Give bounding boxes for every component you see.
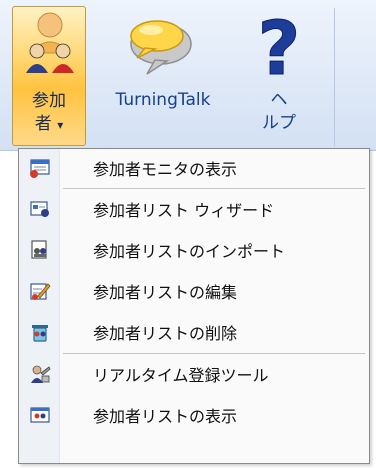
menu-item-label: 参加者リストの編集	[93, 283, 238, 302]
participants-button[interactable]: 参加 者 ▾	[12, 6, 86, 146]
participants-label-line1: 参加	[32, 91, 66, 111]
turningtalk-label: TurningTalk	[115, 90, 211, 110]
ribbon: 参加 者 ▾ TurningTalk ? ヘ ルプ	[0, 0, 376, 151]
svg-text:?: ?	[258, 8, 301, 84]
import-icon	[31, 240, 47, 259]
speech-bubbles-icon	[130, 20, 192, 75]
help-label-line1: ヘ	[270, 90, 288, 110]
realtime-register-icon	[31, 365, 51, 383]
menu-item-edit-participant-list[interactable]: 参加者リストの編集	[20, 272, 368, 310]
menu-item-participant-list-wizard[interactable]: 参加者リスト ウィザード	[20, 190, 368, 228]
help-button[interactable]: ? ヘ ルプ	[234, 6, 324, 146]
wizard-icon	[30, 201, 49, 217]
help-label-line2: ルプ	[262, 113, 296, 133]
menu-item-delete-participant-list[interactable]: 参加者リストの削除	[20, 313, 368, 351]
participants-icon	[26, 12, 74, 73]
edit-icon	[30, 283, 51, 300]
menu-item-label: 参加者リストの削除	[93, 324, 238, 343]
menu-item-view-participant-list[interactable]: 参加者リストの表示	[20, 396, 368, 434]
ribbon-separator	[334, 8, 335, 146]
menu-item-label: リアルタイム登録ツール	[93, 366, 269, 385]
menu-separator	[63, 188, 365, 189]
menu-item-import-participant-list[interactable]: 参加者リストのインポート	[20, 231, 368, 269]
delete-icon	[32, 325, 48, 342]
participants-dropdown-menu: 参加者モニタの表示 参加者リスト ウィザード 参加者リストのインポート 参加者リ…	[18, 148, 370, 464]
menu-item-show-participant-monitor[interactable]: 参加者モニタの表示	[20, 149, 368, 187]
menu-separator	[63, 353, 365, 354]
chevron-down-icon: ▾	[57, 118, 64, 132]
menu-item-label: 参加者モニタの表示	[93, 160, 238, 179]
menu-item-label: 参加者リストの表示	[93, 407, 238, 426]
participants-label-line2: 者	[34, 114, 52, 134]
menu-item-realtime-registration-tool[interactable]: リアルタイム登録ツール	[20, 355, 368, 393]
menu-item-label: 参加者リスト ウィザード	[93, 201, 275, 220]
menu-item-label: 参加者リストのインポート	[93, 242, 286, 261]
monitor-icon	[30, 159, 50, 178]
view-list-icon	[30, 407, 50, 423]
question-mark-icon: ?	[257, 8, 301, 84]
turningtalk-button[interactable]: TurningTalk	[100, 6, 226, 146]
